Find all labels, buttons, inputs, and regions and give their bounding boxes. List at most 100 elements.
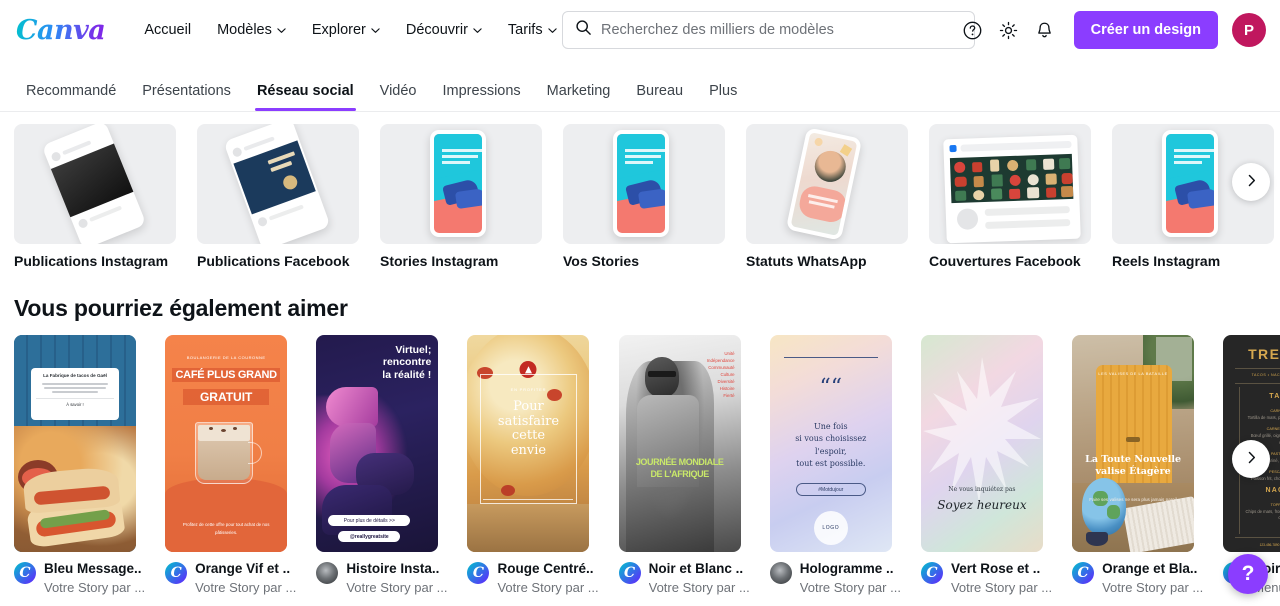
template-card[interactable]: LES VALISES DE LA BATAILLE La Toute Nouv… xyxy=(1072,335,1203,596)
brand-line: BOULANGERIE DE LA COURONNE xyxy=(186,354,266,360)
gear-icon[interactable] xyxy=(992,13,1026,47)
help-fab-button[interactable]: ? xyxy=(1228,554,1268,594)
tab-plus[interactable]: Plus xyxy=(697,83,749,111)
tab-bureau[interactable]: Bureau xyxy=(624,83,695,111)
template-meta: Histoire Insta.. Votre Story par ... xyxy=(316,561,447,596)
headline-1: CAFÉ PLUS GRAND xyxy=(172,367,281,382)
menu-item: TOPPED / 6,5 $ xyxy=(1270,503,1280,507)
template-card[interactable]: EN PROFITER Pour satisfaire cette envie … xyxy=(467,335,599,596)
handle-pill: @reallygreatsite xyxy=(338,531,401,542)
tab-impressions[interactable]: Impressions xyxy=(431,83,533,111)
tab-marketing[interactable]: Marketing xyxy=(535,83,623,111)
author-avatar: C xyxy=(14,562,36,584)
chevron-down-icon xyxy=(547,26,557,35)
headline-1: JOURNÉE MONDIALE xyxy=(635,457,724,467)
chevron-right-icon xyxy=(1245,174,1258,190)
template-thumbnail: Virtuel; rencontre la réalité ! Pour plu… xyxy=(316,335,439,552)
template-list: La Fabrique de tacos de Gaël À savoir ! … xyxy=(0,335,1280,596)
menu-item: CARNE ASADA / 8 $ xyxy=(1266,427,1280,432)
author-avatar: C xyxy=(165,562,188,584)
tab-recommande[interactable]: Recommandé xyxy=(14,83,128,111)
quote-mark-icon: ““ xyxy=(819,375,843,400)
template-subtitle: Votre Story par ... xyxy=(44,579,146,595)
author-avatar: C xyxy=(920,562,943,584)
page-title: Vous pourriez également aimer xyxy=(14,295,348,321)
category-card-vos-stories[interactable]: Vos Stories xyxy=(563,124,725,269)
menu-item: CARNITA / 7,5 $ xyxy=(1270,409,1280,413)
headline-3: la réalité ! xyxy=(382,368,432,381)
template-thumbnail: ““ Une fois si vous choisissez l'espoir,… xyxy=(769,335,892,552)
template-title: Orange Vif et .. xyxy=(195,561,291,576)
carousel-next-button-templates[interactable] xyxy=(1232,440,1270,478)
category-card-stories-instagram[interactable]: Stories Instagram xyxy=(380,124,542,269)
headline-1: La Toute Nouvelle xyxy=(1085,454,1182,466)
template-subtitle: Votre Story par ... xyxy=(346,579,448,595)
template-card[interactable]: Ne vous inquiétez pas Soyez heureux C Ve… xyxy=(920,335,1053,596)
author-avatar xyxy=(769,562,792,584)
author-avatar xyxy=(316,562,339,584)
template-subtitle: Votre Story par ... xyxy=(195,579,297,595)
word: Unité xyxy=(724,351,735,356)
headline-2: DE L'AFRIQUE xyxy=(650,469,709,479)
template-subtitle: Votre Story par ... xyxy=(1102,579,1204,595)
sub-line: Faire ses valises ne sera plus jamais pa… xyxy=(1089,496,1177,502)
canva-logo[interactable]: Canva xyxy=(14,15,107,46)
search-box[interactable] xyxy=(562,11,975,49)
main-nav: Accueil Modèles Explorer Découvrir Tarif… xyxy=(133,14,567,46)
category-label: Stories Instagram xyxy=(380,253,499,269)
word: Fierté xyxy=(723,392,735,398)
category-tabs: Recommandé Présentations Réseau social V… xyxy=(0,60,1280,112)
word: Indépendance xyxy=(706,357,735,363)
tab-video[interactable]: Vidéo xyxy=(368,83,429,111)
template-meta: C Bleu Message.. Votre Story par ... xyxy=(14,561,145,596)
menu-title: TRES AM xyxy=(1248,346,1280,362)
nav-item-accueil[interactable]: Accueil xyxy=(133,14,202,46)
template-subtitle: Votre Story par ... xyxy=(648,579,750,595)
category-card-publications-instagram[interactable]: Publications Instagram xyxy=(14,124,176,269)
template-card[interactable]: La Fabrique de tacos de Gaël À savoir ! … xyxy=(14,335,145,596)
help-circle-icon[interactable] xyxy=(956,13,990,47)
category-thumbnail xyxy=(14,124,176,244)
headline-2: GRATUIT xyxy=(183,389,270,406)
category-card-statuts-whatsapp[interactable]: Statuts WhatsApp xyxy=(746,124,908,269)
search-icon xyxy=(575,19,592,41)
carousel-next-button-categories[interactable] xyxy=(1232,163,1270,201)
category-carousel: Publications Instagram Publications Face… xyxy=(0,112,1280,269)
search-input[interactable] xyxy=(601,22,962,38)
nav-label: Modèles xyxy=(217,22,272,38)
headline-1: Ne vous inquiétez pas xyxy=(948,486,1016,493)
bell-icon[interactable] xyxy=(1028,13,1062,47)
tab-reseau-social[interactable]: Réseau social xyxy=(245,83,366,111)
template-thumbnail: LES VALISES DE LA BATAILLE La Toute Nouv… xyxy=(1072,335,1195,552)
template-card[interactable]: Unité Indépendance Communauté Culture Di… xyxy=(618,335,750,596)
nav-label: Accueil xyxy=(144,22,192,38)
template-meta: C Orange Vif et .. Votre Story par ... xyxy=(165,561,296,596)
category-label: Publications Facebook xyxy=(197,253,350,269)
template-title: Orange et Bla.. xyxy=(1102,561,1198,576)
headline-2: valise Étagère xyxy=(1095,465,1171,477)
category-card-couvertures-facebook[interactable]: Couvertures Facebook xyxy=(929,124,1091,269)
tab-presentations[interactable]: Présentations xyxy=(130,83,243,111)
create-design-button[interactable]: Créer un design xyxy=(1073,11,1218,49)
template-card[interactable]: BOULANGERIE DE LA COURONNE CAFÉ PLUS GRA… xyxy=(165,335,296,596)
template-card[interactable]: Virtuel; rencontre la réalité ! Pour plu… xyxy=(316,335,447,596)
nav-label: Explorer xyxy=(311,22,366,38)
template-meta: C Noir et Blanc .. Votre Story par ... xyxy=(618,561,750,596)
category-card-publications-facebook[interactable]: Publications Facebook xyxy=(197,124,359,269)
avatar[interactable]: P xyxy=(1232,13,1266,47)
template-subtitle: Votre Story par ... xyxy=(799,579,901,595)
template-title: Hologramme .. xyxy=(799,561,894,576)
headline-3: cette xyxy=(511,428,546,444)
template-title: Noir et Blanc .. xyxy=(648,561,744,576)
template-thumbnail: Ne vous inquiétez pas Soyez heureux xyxy=(920,335,1043,552)
template-art-note: La Fabrique de tacos de Gaël À savoir ! xyxy=(31,367,119,420)
nav-item-explorer[interactable]: Explorer xyxy=(301,14,391,46)
headline-2: satisfaire xyxy=(497,413,560,429)
category-thumbnail xyxy=(746,124,908,244)
top-header: Canva Accueil Modèles Explorer Découvrir… xyxy=(0,0,1280,60)
nav-item-decouvrir[interactable]: Découvrir xyxy=(395,14,493,46)
nav-item-modeles[interactable]: Modèles xyxy=(206,14,297,46)
template-card[interactable]: ““ Une fois si vous choisissez l'espoir,… xyxy=(769,335,901,596)
template-subtitle: Votre Story par ... xyxy=(950,579,1053,595)
nav-item-tarifs[interactable]: Tarifs xyxy=(497,14,568,46)
